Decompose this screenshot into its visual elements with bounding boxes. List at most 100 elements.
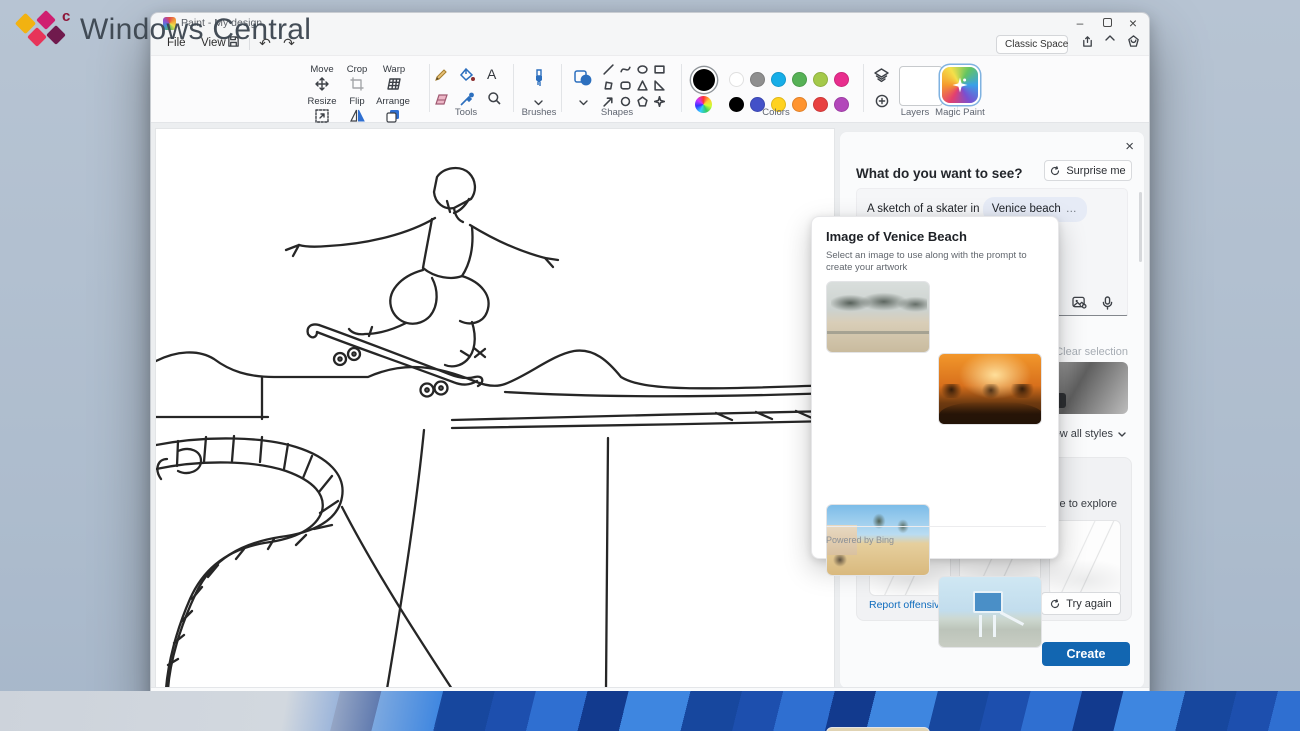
panel-scrollbar[interactable] [1139,192,1142,262]
brush-icon [530,69,548,89]
venice-image-lifeguard-tower[interactable] [938,576,1042,648]
sparkle-icon [951,76,969,94]
popup-footer: Powered by Bing [826,535,894,545]
color-swatch[interactable] [729,97,744,112]
collapse-ribbon-button[interactable] [1105,35,1125,52]
add-image-button[interactable] [1072,296,1087,309]
paint-window: Paint - My design – × File View ↶ ↷ Clas… [150,12,1150,712]
microphone-icon [1102,296,1113,310]
brushes-section-label: Brushes [522,107,557,118]
maximize-icon [1103,18,1112,27]
minimize-button[interactable]: – [1067,14,1093,32]
copilot-icon [1127,35,1140,48]
shape-polygon-icon[interactable] [603,80,614,91]
popup-title: Image of Venice Beach [826,229,967,244]
create-label: Create [1067,647,1106,661]
shape-triangle-icon[interactable] [637,80,648,91]
warp-button[interactable]: Warp [371,64,417,91]
venice-image-palm-trees[interactable] [826,727,930,731]
maximize-button[interactable] [1094,14,1120,32]
plus-circle-icon [875,94,889,108]
toolbar-divider [863,64,864,112]
palm-silhouettes [831,290,927,316]
prompt-text-before: A sketch of a skater in [867,203,980,215]
shape-oval-icon[interactable] [637,64,648,75]
share-button[interactable] [1081,35,1101,52]
pencil-icon [433,67,449,83]
palm-silhouettes [939,384,1042,398]
color-swatch[interactable] [750,72,765,87]
clear-selection-button[interactable]: Clear selection [1055,346,1128,358]
colors-section-label: Colors [762,107,789,118]
shape-star-icon[interactable] [654,96,665,107]
color-swatch[interactable] [792,97,807,112]
shape-rectangle-icon[interactable] [654,64,665,75]
color-picker-tool[interactable] [459,91,475,107]
shape-curve-icon[interactable] [620,64,631,75]
shapes-chevron-icon[interactable] [579,100,588,106]
venice-image-boardwalk-day[interactable] [826,281,930,353]
try-again-button[interactable]: Try again [1041,592,1121,615]
surprise-me-label: Surprise me [1066,165,1125,177]
tower-legs [979,615,982,637]
add-image-icon [1072,296,1087,309]
screen: { "watermark": { "brand": "Windows Centr… [0,0,1300,731]
color-swatch[interactable] [834,97,849,112]
create-button[interactable]: Create [1042,642,1130,666]
warp-label: Warp [371,64,417,75]
report-offensive-link[interactable]: Report offensive [869,599,945,611]
ribbon-toolbar: Move Crop Warp Resize Flip Arrange [151,55,1149,123]
shape-line-icon[interactable] [603,64,614,75]
eraser-tool[interactable] [433,92,450,107]
shape-arrow-icon[interactable] [603,96,614,107]
magic-paint-button[interactable] [942,67,978,103]
skate-bowl-silhouette [939,402,1042,424]
panel-close-button[interactable]: × [1125,140,1134,154]
venice-image-skatepark-sunset[interactable] [938,353,1042,425]
toolbar-divider [429,64,430,112]
close-button[interactable]: × [1120,14,1146,32]
warp-icon [387,77,402,91]
theme-dropdown-value: Classic Space [1005,39,1068,50]
color-swatch[interactable] [792,72,807,87]
pencil-tool[interactable] [433,67,449,83]
brushes-chevron-icon[interactable] [534,100,543,106]
fill-bucket-icon [459,67,476,83]
refresh-icon [1050,599,1060,609]
shape-pentagon-icon[interactable] [637,96,648,107]
color-swatch[interactable] [813,97,828,112]
surprise-me-button[interactable]: Surprise me [1044,160,1132,181]
result-thumbnail-3[interactable] [1049,520,1121,596]
layers-icon [873,68,890,83]
watermark: c Windows Central [8,4,311,56]
edit-colors-wheel-icon[interactable] [695,96,712,113]
magic-paint-section-label: Magic Paint [935,107,985,118]
layers-button[interactable] [873,68,890,83]
layer-thumbnail[interactable] [899,66,943,106]
dictate-button[interactable] [1102,296,1113,310]
color-swatch[interactable] [771,72,786,87]
desktop-wallpaper [0,691,1300,731]
shape-picker-button[interactable] [573,69,593,87]
image-chooser-popup: Image of Venice Beach Select an image to… [811,216,1059,559]
color-swatch[interactable] [813,72,828,87]
copilot-button[interactable] [1127,35,1147,52]
add-layer-button[interactable] [875,94,889,108]
fill-tool[interactable] [459,67,476,83]
resize-icon [315,109,329,123]
arrange-icon [386,109,400,123]
color-swatch[interactable] [834,72,849,87]
magnifier-tool[interactable] [487,91,502,106]
shape-right-triangle-icon[interactable] [654,80,665,91]
color-swatch[interactable] [729,72,744,87]
shape-rounded-rect-icon[interactable] [620,80,631,91]
arrange-button[interactable]: Arrange [370,96,416,123]
shape-circle-icon[interactable] [620,96,631,107]
magnifier-icon [487,91,502,106]
close-icon: × [1125,138,1134,155]
text-tool[interactable]: A [487,66,496,82]
drawing-canvas[interactable] [156,129,834,689]
selected-color-swatch[interactable] [693,69,715,91]
theme-dropdown[interactable]: Classic Space [996,35,1068,54]
brushes-button[interactable] [530,69,548,89]
